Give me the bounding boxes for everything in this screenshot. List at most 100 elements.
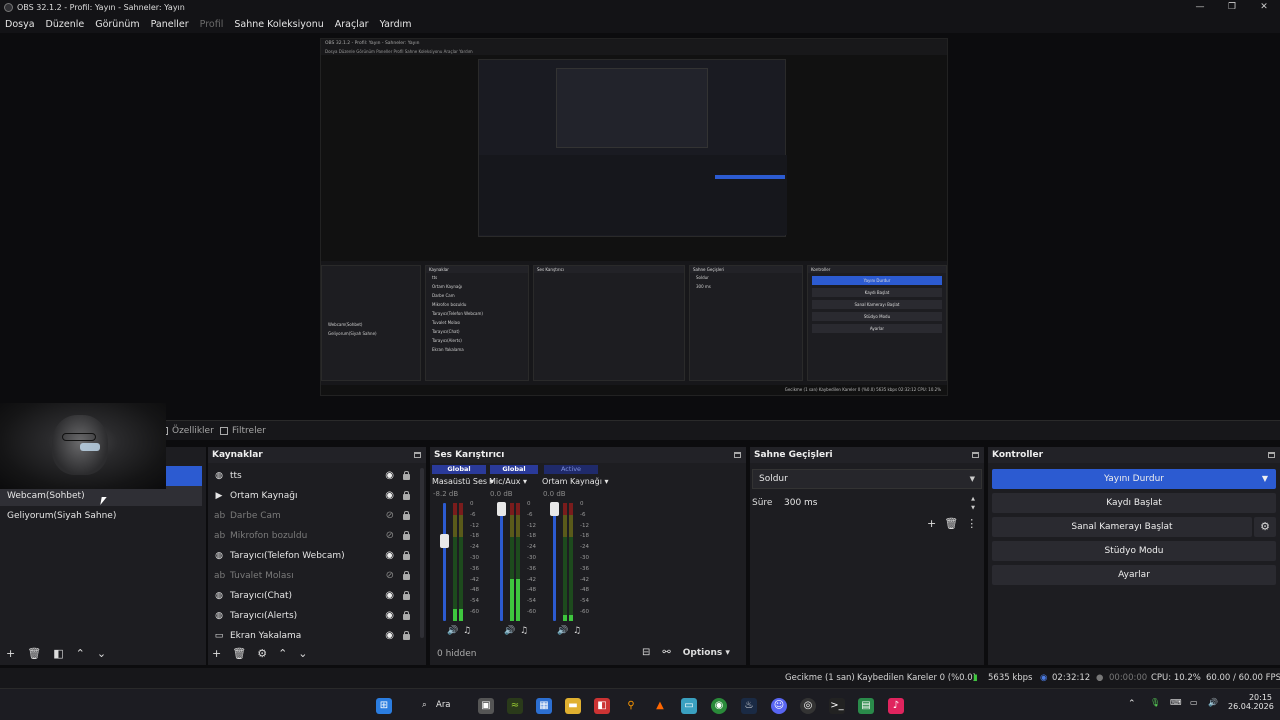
volume-fader-track[interactable] — [553, 503, 556, 621]
move-up-icon[interactable]: ⌃ — [278, 647, 287, 660]
lock-icon[interactable] — [403, 531, 410, 540]
windows-start-icon[interactable]: ⊞ — [376, 698, 392, 714]
headphones-icon[interactable]: ♫ — [463, 626, 471, 636]
volume-fader-track[interactable] — [500, 503, 503, 621]
start-record-button[interactable]: Kaydı Başlat — [992, 493, 1276, 513]
duration-input[interactable]: 300 ms ▲ ▼ — [777, 493, 982, 513]
eye-icon[interactable]: ◉ — [385, 590, 394, 602]
lock-icon[interactable] — [403, 571, 410, 580]
task-view-icon[interactable]: ▣ — [478, 698, 494, 714]
menu-duzenle[interactable]: Düzenle — [41, 19, 91, 30]
eye-icon[interactable]: ◉ — [385, 610, 394, 622]
tray-chevron-icon[interactable]: ⌃ — [1128, 699, 1136, 709]
settings-button[interactable]: Ayarlar — [992, 565, 1276, 585]
lock-icon[interactable] — [403, 631, 410, 640]
store-icon[interactable]: ▦ — [536, 698, 552, 714]
studio-mode-button[interactable]: Stüdyo Modu — [992, 541, 1276, 561]
source-row[interactable]: ab Tuvalet Molası ⊘ — [208, 566, 426, 586]
mixer-channel-name[interactable]: Mic/Aux ▾ — [489, 476, 527, 488]
tray-display-icon[interactable]: ▭ — [1190, 698, 1198, 707]
vlc-icon[interactable]: ▲ — [652, 698, 668, 714]
folder-icon[interactable]: ▬ — [565, 698, 581, 714]
tray-keyboard-icon[interactable]: ⌨ — [1170, 698, 1182, 707]
tray-clock[interactable]: 20:15 26.04.2026 — [1228, 693, 1274, 711]
transition-select[interactable]: Soldur ▼ — [752, 469, 982, 489]
headphones-icon[interactable]: ♫ — [573, 626, 581, 636]
terminal-icon[interactable]: >_ — [829, 698, 845, 714]
eye-icon[interactable]: ◉ — [385, 470, 394, 482]
mixer-layout-icon[interactable]: ⊟ — [642, 647, 650, 658]
add-scene-icon[interactable]: + — [6, 647, 15, 660]
chrome-icon[interactable]: ◉ — [711, 698, 727, 714]
virtual-cam-button[interactable]: Sanal Kamerayı Başlat — [992, 517, 1252, 537]
eye-hidden-icon[interactable]: ⊘ — [386, 530, 394, 542]
lock-icon[interactable] — [403, 511, 410, 520]
remove-scene-icon[interactable]: 🗑 — [27, 647, 41, 660]
tab-filters[interactable]: Filtreler — [218, 423, 272, 439]
dock-popout-icon[interactable] — [414, 452, 421, 458]
menu-profil[interactable]: Profil — [195, 19, 230, 30]
volume-fader-knob[interactable] — [497, 501, 506, 516]
add-source-icon[interactable]: + — [212, 647, 221, 660]
move-up-icon[interactable]: ⌃ — [76, 647, 85, 660]
eye-icon[interactable]: ◉ — [385, 630, 394, 642]
scene-filters-icon[interactable]: ◧ — [53, 647, 63, 660]
tab-properties[interactable]: Özellikler — [158, 423, 220, 439]
mixer-channel-name[interactable]: Masaüstü Ses ▾ — [432, 476, 494, 488]
menu-dosya[interactable]: Dosya — [0, 19, 41, 30]
move-down-icon[interactable]: ⌄ — [298, 647, 307, 660]
minimize-button[interactable]: — — [1184, 0, 1216, 15]
move-down-icon[interactable]: ⌄ — [97, 647, 106, 660]
scene-item-geliyorum[interactable]: Geliyorum(Siyah Sahne) — [0, 506, 202, 526]
eye-icon[interactable]: ◉ — [385, 490, 394, 502]
lock-icon[interactable] — [403, 471, 410, 480]
dock-popout-icon[interactable] — [972, 452, 979, 458]
source-row[interactable]: ◍ Tarayıcı(Alerts) ◉ — [208, 606, 426, 626]
menu-paneller[interactable]: Paneller — [146, 19, 195, 30]
tray-mic-icon[interactable]: 🎙 — [1150, 698, 1160, 707]
virtual-cam-settings-icon[interactable]: ⚙ — [1254, 517, 1276, 537]
transition-menu-icon[interactable]: ⋮ — [966, 517, 977, 530]
app-icon[interactable]: ◧ — [594, 698, 610, 714]
steam-icon[interactable]: ♨ — [741, 698, 757, 714]
dock-popout-icon[interactable] — [734, 452, 741, 458]
close-button[interactable]: ✕ — [1248, 0, 1280, 15]
app-icon[interactable]: ▤ — [858, 698, 874, 714]
obs-icon[interactable]: ◎ — [800, 698, 816, 714]
lock-icon[interactable] — [403, 551, 410, 560]
sources-scrollbar[interactable] — [420, 468, 424, 638]
stop-stream-button[interactable]: Yayını Durdur ▼ — [992, 469, 1276, 489]
lock-icon[interactable] — [403, 491, 410, 500]
chevron-down-icon[interactable]: ▼ — [1262, 469, 1268, 489]
lock-icon[interactable] — [403, 591, 410, 600]
lock-icon[interactable] — [403, 611, 410, 620]
app-icon[interactable]: ▭ — [681, 698, 697, 714]
volume-fader-knob[interactable] — [550, 501, 559, 516]
tray-volume-icon[interactable]: 🔊 — [1208, 698, 1218, 707]
eye-hidden-icon[interactable]: ⊘ — [386, 510, 394, 522]
add-transition-icon[interactable]: + — [927, 517, 936, 530]
menu-gorunum[interactable]: Görünüm — [90, 19, 145, 30]
source-row[interactable]: ◍ Tarayıcı(Telefon Webcam) ◉ — [208, 546, 426, 566]
maximize-button[interactable]: ❐ — [1216, 0, 1248, 15]
mixer-options-button[interactable]: Options ▾ — [683, 648, 730, 658]
source-row[interactable]: ◍ Tarayıcı(Chat) ◉ — [208, 586, 426, 606]
volume-fader-knob[interactable] — [440, 533, 449, 548]
remove-transition-icon[interactable]: 🗑 — [944, 517, 958, 530]
source-row[interactable]: ◍ tts ◉ — [208, 466, 426, 486]
app-icon[interactable]: ≈ — [507, 698, 523, 714]
eye-hidden-icon[interactable]: ⊘ — [386, 570, 394, 582]
source-row[interactable]: ▶ Ortam Kaynağı ◉ — [208, 486, 426, 506]
menu-yardim[interactable]: Yardım — [375, 19, 418, 30]
speaker-icon[interactable]: 🔊 — [557, 626, 568, 636]
speaker-icon[interactable]: 🔊 — [447, 626, 458, 636]
mixer-link-icon[interactable]: ⚯ — [662, 647, 670, 658]
tiktok-icon[interactable]: ♪ — [888, 698, 904, 714]
menu-sahne-koleksiyonu[interactable]: Sahne Koleksiyonu — [229, 19, 329, 30]
mixer-channel-name[interactable]: Ortam Kaynağı ▾ — [542, 476, 609, 488]
remove-source-icon[interactable]: 🗑 — [232, 647, 246, 660]
source-row[interactable]: ▭ Ekran Yakalama ◉ — [208, 626, 426, 646]
source-properties-icon[interactable]: ⚙ — [257, 647, 267, 660]
source-row[interactable]: ab Darbe Cam ⊘ — [208, 506, 426, 526]
taskbar-search[interactable]: ⌕ Ara — [416, 696, 456, 714]
